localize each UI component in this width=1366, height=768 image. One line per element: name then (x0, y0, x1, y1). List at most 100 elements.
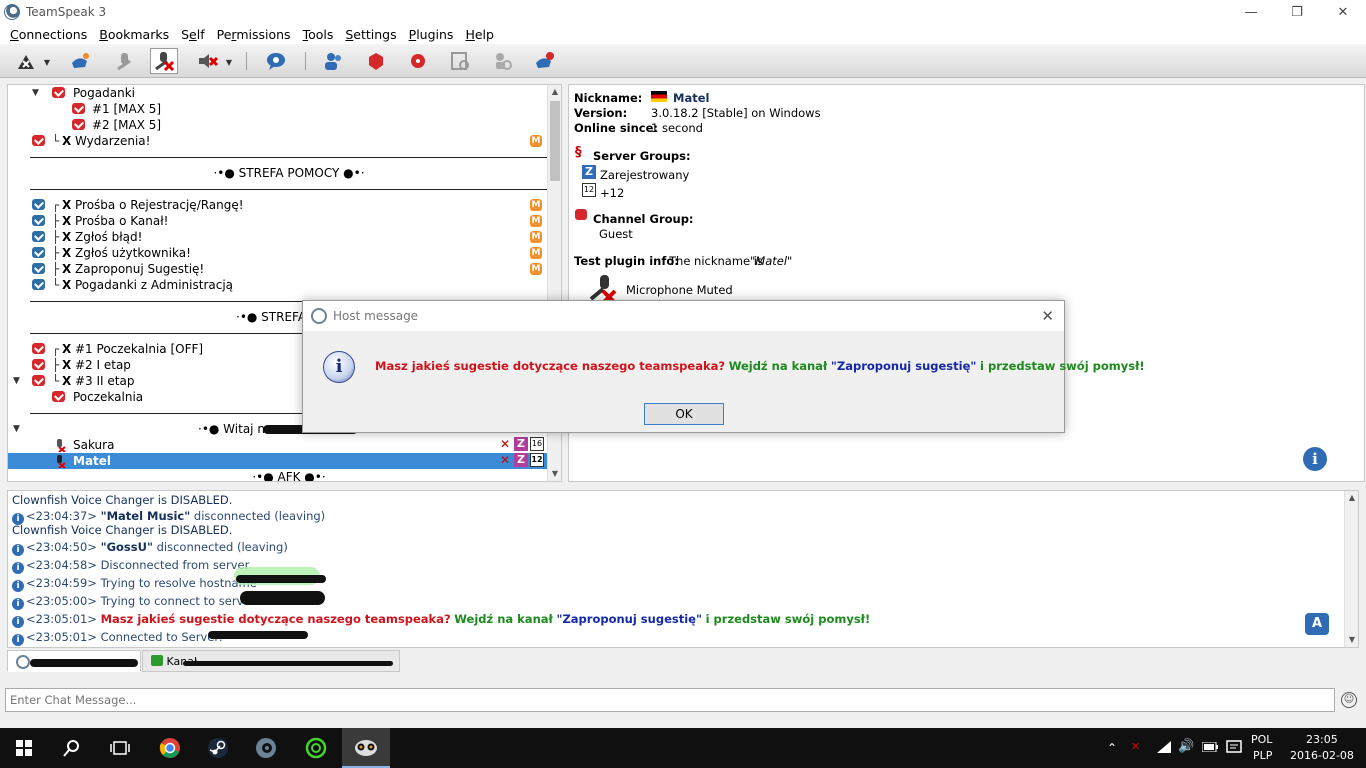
away-button[interactable] (66, 48, 94, 74)
emoji-icon[interactable]: ☺ (1341, 692, 1357, 708)
menu-help[interactable]: Help (459, 27, 500, 42)
collapse-arrow-icon[interactable]: ▼ (32, 85, 39, 101)
microphone-muted-icon (57, 439, 66, 452)
translate-icon[interactable]: A (1305, 613, 1329, 635)
server-group-1: Zarejestrowany (600, 168, 690, 182)
menu-permissions[interactable]: Permissions (211, 27, 297, 42)
scroll-down-arrow-icon[interactable]: ▼ (1345, 633, 1358, 647)
wifi-icon[interactable] (1156, 740, 1172, 754)
mute-microphone-active-button[interactable] (150, 48, 178, 74)
log-scrollbar[interactable]: ▲ ▼ (1344, 491, 1358, 647)
away-icon (72, 53, 89, 68)
razer-app[interactable] (292, 728, 340, 768)
channel-icon (32, 199, 45, 210)
teamspeak-logo-icon (311, 308, 327, 324)
speaker-muted-icon (199, 54, 219, 68)
task-view-button[interactable] (96, 728, 144, 768)
whisper-button[interactable] (262, 48, 290, 74)
language-indicator[interactable]: POL (1251, 733, 1272, 746)
clock-time[interactable]: 23:05 (1306, 733, 1338, 746)
menu-self[interactable]: Self (175, 27, 211, 42)
channel-prosba-rejestracja[interactable]: ┌ X Prośba o Rejestrację/Rangę! M (8, 197, 548, 213)
teamspeak-app[interactable] (242, 728, 290, 768)
mute-microphone-button[interactable] (110, 48, 138, 74)
channel-zaproponuj-sugestie[interactable]: ├ X Zaproponuj Sugestię! M (8, 261, 548, 277)
keyboard-layout-indicator[interactable]: PLP (1253, 749, 1272, 762)
complaints-button[interactable] (404, 48, 432, 74)
channel-zglos-uzytkownika[interactable]: ├ X Zgłoś użytkownika! M (8, 245, 548, 261)
scroll-up-arrow-icon[interactable]: ▲ (548, 85, 561, 99)
channel-pogadanki-admin[interactable]: └ X Pogadanki z Administracją (8, 277, 548, 293)
channel-prefix: X (62, 230, 72, 244)
contacts-button[interactable] (320, 48, 348, 74)
volume-icon[interactable]: 🔊 (1178, 739, 1194, 754)
scroll-thumb[interactable] (550, 101, 560, 181)
menu-bookmarks[interactable]: Bookmarks (93, 27, 175, 42)
group-badge: Z (514, 453, 528, 467)
collapse-arrow-icon[interactable]: ▼ (13, 373, 20, 389)
steam-app[interactable] (194, 728, 242, 768)
chrome-app[interactable] (146, 728, 194, 768)
channel-group-label: Channel Group: (593, 212, 694, 226)
tab-channel[interactable]: Kanał (142, 650, 400, 672)
subscribe-button[interactable] (530, 48, 558, 74)
info-icon[interactable]: i (1303, 447, 1327, 471)
window-title: TeamSpeak 3 (26, 5, 107, 19)
minimize-button[interactable]: — (1228, 0, 1274, 24)
spacer-line (30, 189, 548, 190)
channel-zglos-blad[interactable]: ├ X Zgłoś błąd! M (8, 229, 548, 245)
clock-date[interactable]: 2016-02-08 (1290, 749, 1354, 762)
menu-plugins[interactable]: Plugins (403, 27, 460, 42)
menu-tools[interactable]: Tools (297, 27, 340, 42)
channel-prosba-kanal[interactable]: ├ X Prośba o Kanał! M (8, 213, 548, 229)
chrome-icon (159, 738, 180, 758)
search-button[interactable] (48, 728, 96, 768)
action-center-icon[interactable] (1226, 740, 1242, 756)
permissions-button[interactable] (446, 48, 474, 74)
taskbar: ⌃ ✕ 🔊 POL PLP 23:05 2016-02-08 (0, 728, 1366, 768)
menu-connections[interactable]: Connections (4, 27, 93, 42)
lemur-app[interactable] (342, 728, 390, 768)
scroll-down-arrow-icon[interactable]: ▼ (548, 467, 561, 481)
channel-max5-1[interactable]: #1 [MAX 5] (8, 101, 548, 117)
moderated-badge: M (530, 215, 542, 227)
redaction-scribble (208, 631, 308, 639)
battery-icon[interactable] (1202, 742, 1218, 752)
mic-muted-tray-icon[interactable]: ✕ (1131, 740, 1140, 753)
channel-name: Pogadanki z Administracją (75, 278, 234, 292)
user-sakura[interactable]: Sakura ✕ Z 16 (8, 437, 548, 453)
scroll-up-arrow-icon[interactable]: ▲ (1345, 491, 1358, 505)
channel-icon (32, 135, 45, 146)
dialog-close-button[interactable]: ✕ (1041, 307, 1054, 325)
tab-server[interactable] (7, 650, 141, 672)
show-hidden-icons-icon[interactable]: ⌃ (1107, 741, 1117, 755)
ban-list-button[interactable] (362, 48, 390, 74)
channel-wydarzenia[interactable]: └ X Wydarzenia! M (8, 133, 548, 149)
spacer-afk[interactable]: ·•● AFK ●•· (30, 470, 548, 481)
ok-button[interactable]: OK (644, 403, 724, 425)
log-line: i <23:05:01> Connected to Server: " (12, 630, 232, 646)
channel-max5-2[interactable]: #2 [MAX 5] (8, 117, 548, 133)
host-message-dialog: Host message ✕ i Masz jakieś sugestie do… (302, 300, 1145, 433)
channel-icon (32, 215, 45, 226)
user-matel[interactable]: Matel ✕ Z 12 (8, 453, 548, 469)
channel-name: Prośba o Kanał! (75, 214, 169, 228)
muted-icon: ✕ (499, 437, 511, 451)
channel-pogadanki[interactable]: ▼ Pogadanki (8, 85, 548, 101)
channel-name: #3 II etap (75, 374, 135, 388)
mute-speakers-button[interactable]: ▼ (194, 48, 232, 74)
channel-prefix: X (62, 262, 72, 276)
key-icon (496, 53, 512, 70)
start-button[interactable] (0, 728, 48, 768)
close-button[interactable]: ✕ (1320, 0, 1366, 24)
chat-message-input[interactable] (5, 688, 1335, 712)
collapse-arrow-icon[interactable]: ▼ (13, 421, 20, 437)
group-level-icon: 12 (582, 183, 596, 197)
spacer-strefa-pomocy[interactable]: ·•● STREFA POMOCY ●•· (30, 166, 548, 180)
disconnect-button[interactable]: ▼ (12, 48, 50, 74)
ban-icon (369, 53, 383, 70)
menu-settings[interactable]: Settings (339, 27, 402, 42)
server-icon (16, 655, 30, 669)
maximize-button[interactable]: ❐ (1274, 0, 1320, 24)
privilege-key-button[interactable] (488, 48, 516, 74)
